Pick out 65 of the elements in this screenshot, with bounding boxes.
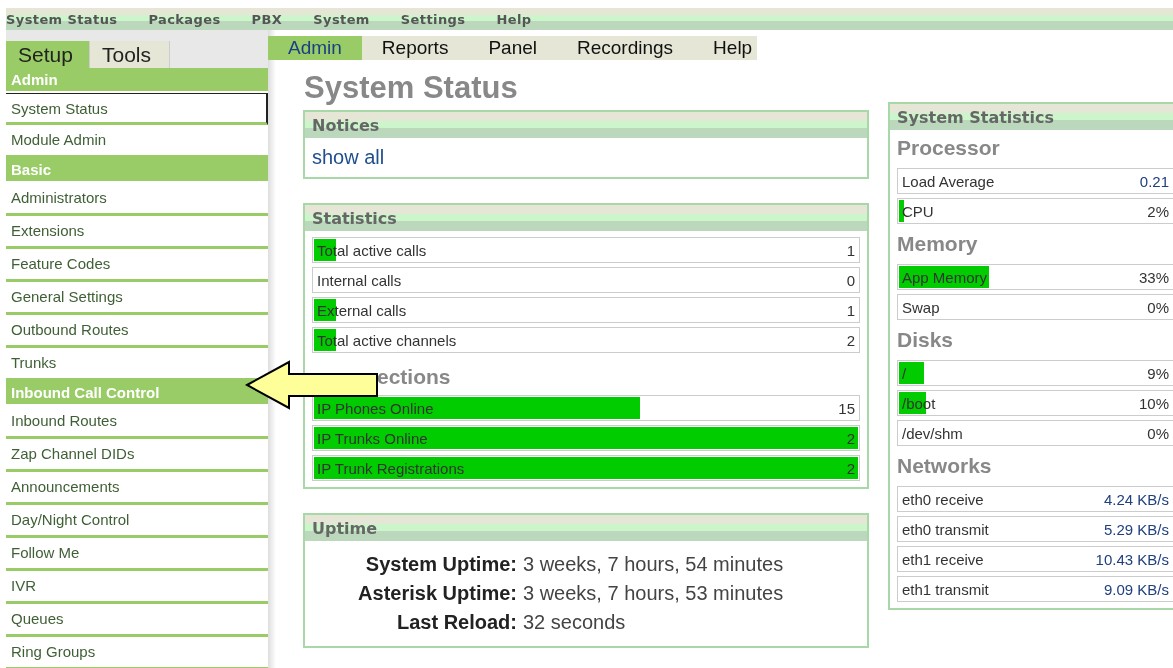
stat-label: IP Phones Online xyxy=(317,399,434,417)
top-menu-item[interactable]: System Status xyxy=(6,11,118,27)
section-heading: Memory xyxy=(896,231,979,257)
stat-value: 33% xyxy=(1138,268,1169,286)
panel-title: Notices xyxy=(305,112,867,138)
uptime-value: 3 weeks, 7 hours, 53 minutes xyxy=(523,582,785,605)
top-menu-item[interactable]: Help xyxy=(496,11,532,27)
top-menu-item[interactable]: System xyxy=(313,11,370,27)
module-tab[interactable]: Reports xyxy=(361,36,469,60)
stat-label: /dev/shm xyxy=(902,424,963,442)
stat-value: 9.09 KB/s xyxy=(1103,580,1169,598)
stat-label: eth1 receive xyxy=(902,550,984,568)
top-menu-item[interactable]: PBX xyxy=(251,11,283,27)
stat-label: App Memory xyxy=(902,268,988,286)
stat-label: Internal calls xyxy=(317,271,402,289)
uptime-value: 3 weeks, 7 hours, 54 minutes xyxy=(523,553,785,576)
section-heading: ections xyxy=(376,364,452,390)
stat-value: 0% xyxy=(1147,298,1169,316)
stat-label: Load Average xyxy=(902,172,995,190)
stat-label: eth1 transmit xyxy=(902,580,989,598)
stat-value: 2 xyxy=(846,429,855,447)
stat-value: 9% xyxy=(1147,364,1169,382)
stat-value: 2 xyxy=(846,459,855,477)
stat-value: 15 xyxy=(838,399,855,417)
stat-value: 0% xyxy=(1147,424,1169,442)
top-menu-item[interactable]: Settings xyxy=(400,11,466,27)
stat-value: 1 xyxy=(846,241,855,259)
page-title: System Status xyxy=(304,70,519,106)
module-tab[interactable]: Admin xyxy=(268,36,362,60)
nav-item[interactable]: System Status xyxy=(6,93,268,125)
sidebar-tab[interactable]: Tools xyxy=(90,41,170,68)
stat-label: IP Trunk Registrations xyxy=(317,459,465,477)
stat-value: 1 xyxy=(846,301,855,319)
stat-label: / xyxy=(902,364,907,382)
stat-value: 4.24 KB/s xyxy=(1103,490,1169,508)
section-heading: Networks xyxy=(896,453,993,479)
uptime-label: System Uptime: xyxy=(364,553,517,576)
stat-label: eth0 receive xyxy=(902,490,984,508)
module-tab[interactable]: Panel xyxy=(468,36,557,60)
stat-value: 0.21 xyxy=(1139,172,1169,190)
module-tab[interactable]: Help xyxy=(693,36,773,60)
stat-label: eth0 transmit xyxy=(902,520,989,538)
stat-value: 2% xyxy=(1147,202,1169,220)
sidebar-tab[interactable]: Setup xyxy=(6,41,90,68)
uptime-label: Last Reload: xyxy=(395,611,517,634)
show-all-link[interactable]: show all xyxy=(312,146,385,169)
stat-value: 10% xyxy=(1138,394,1169,412)
top-menu-item[interactable]: Packages xyxy=(148,11,221,27)
panel-title: Uptime xyxy=(305,515,867,541)
panel-title: System Statistics xyxy=(890,104,1173,130)
stat-value: 5.29 KB/s xyxy=(1103,520,1169,538)
nav-section-header: Inbound Call Control xyxy=(6,381,268,404)
nav-section-header: Admin xyxy=(6,68,268,91)
panel-title: Statistics xyxy=(305,205,867,231)
uptime-value: 32 seconds xyxy=(523,611,627,634)
stat-value: 10.43 KB/s xyxy=(1095,550,1169,568)
uptime-label: Asterisk Uptime: xyxy=(357,582,517,605)
stat-label: IP Trunks Online xyxy=(317,429,428,447)
stat-label: Swap xyxy=(902,298,940,316)
stat-value: 0 xyxy=(846,271,855,289)
stat-value: 2 xyxy=(846,331,855,349)
section-heading: Processor xyxy=(896,135,1001,161)
module-tab[interactable]: Recordings xyxy=(557,36,694,60)
nav-section-header: Basic xyxy=(6,158,268,181)
section-heading: Disks xyxy=(896,327,955,353)
